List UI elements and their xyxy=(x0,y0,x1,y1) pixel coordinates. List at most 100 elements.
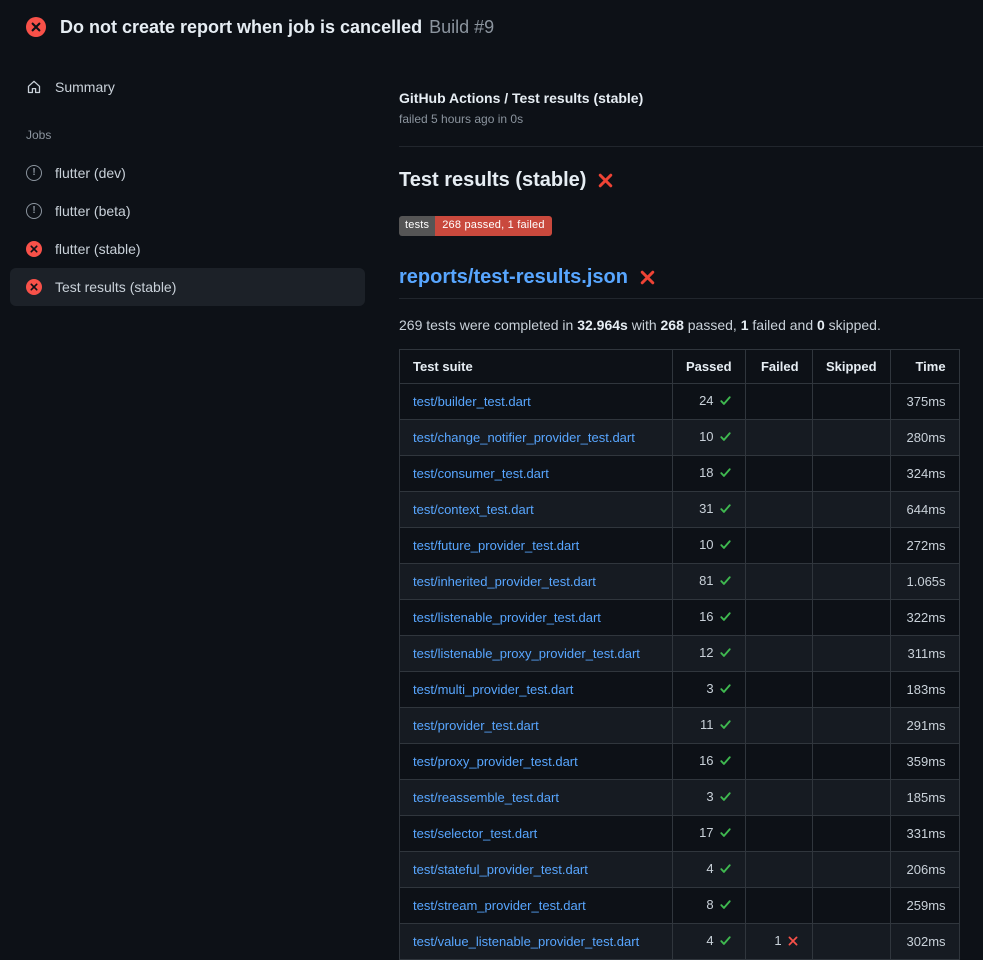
table-row: test/reassemble_test.dart3185ms xyxy=(400,780,960,816)
failed-cell: 1 xyxy=(745,924,812,960)
check-title-text: Test results (stable) xyxy=(399,169,586,192)
page-body: Summary Jobs !flutter (dev)!flutter (bet… xyxy=(0,52,983,960)
passed-cell: 17 xyxy=(673,816,746,852)
passed-cell: 11 xyxy=(673,708,746,744)
suite-link[interactable]: test/multi_provider_test.dart xyxy=(413,682,573,697)
skipped-cell xyxy=(812,780,890,816)
count-value: 24 xyxy=(699,393,713,408)
skipped-cell xyxy=(812,564,890,600)
suite-link[interactable]: test/stream_provider_test.dart xyxy=(413,898,586,913)
header-failed: Failed xyxy=(745,350,812,384)
report-link[interactable]: reports/test-results.json xyxy=(399,266,628,289)
time-cell: 331ms xyxy=(890,816,959,852)
suite-link[interactable]: test/value_listenable_provider_test.dart xyxy=(413,934,639,949)
section-divider xyxy=(399,146,983,147)
sidebar-item-summary[interactable]: Summary xyxy=(0,70,375,104)
time-cell: 185ms xyxy=(890,780,959,816)
passed-cell: 8 xyxy=(673,888,746,924)
count-value: 16 xyxy=(699,753,713,768)
passed-cell: 4 xyxy=(673,924,746,960)
sidebar-item-flutter-beta[interactable]: !flutter (beta) xyxy=(10,192,365,230)
check-icon xyxy=(719,934,732,951)
table-row: test/multi_provider_test.dart3183ms xyxy=(400,672,960,708)
table-header-row: Test suite Passed Failed Skipped Time xyxy=(400,350,960,384)
job-label: flutter (dev) xyxy=(55,165,126,181)
suite-link[interactable]: test/stateful_provider_test.dart xyxy=(413,862,588,877)
time-cell: 302ms xyxy=(890,924,959,960)
summary-passed-count: 268 xyxy=(661,317,684,333)
sidebar-item-flutter-stable[interactable]: flutter (stable) xyxy=(10,230,365,268)
count-value: 4 xyxy=(706,933,713,948)
suite-cell: test/selector_test.dart xyxy=(400,816,673,852)
suite-link[interactable]: test/selector_test.dart xyxy=(413,826,537,841)
skipped-cell xyxy=(812,456,890,492)
table-row: test/stateful_provider_test.dart4206ms xyxy=(400,852,960,888)
passed-cell: 31 xyxy=(673,492,746,528)
failed-status-icon xyxy=(26,17,46,37)
suite-link[interactable]: test/context_test.dart xyxy=(413,502,534,517)
passed-cell: 16 xyxy=(673,744,746,780)
count-value: 10 xyxy=(699,537,713,552)
x-icon xyxy=(787,934,799,951)
failed-cell xyxy=(745,528,812,564)
summary-text: 269 tests were completed in xyxy=(399,317,577,333)
home-icon xyxy=(26,79,42,95)
page-title: Do not create report when job is cancell… xyxy=(60,16,494,38)
suite-link[interactable]: test/builder_test.dart xyxy=(413,394,531,409)
count-value: 18 xyxy=(699,465,713,480)
suite-link[interactable]: test/inherited_provider_test.dart xyxy=(413,574,596,589)
passed-cell: 10 xyxy=(673,528,746,564)
sidebar-item-flutter-dev[interactable]: !flutter (dev) xyxy=(10,154,365,192)
header-test-suite: Test suite xyxy=(400,350,673,384)
failed-cell xyxy=(745,816,812,852)
x-circle-icon xyxy=(26,241,42,257)
failed-cell xyxy=(745,600,812,636)
count-value: 12 xyxy=(699,645,713,660)
summary-skipped-count: 0 xyxy=(817,317,825,333)
suite-link[interactable]: test/reassemble_test.dart xyxy=(413,790,559,805)
suite-link[interactable]: test/provider_test.dart xyxy=(413,718,539,733)
suite-cell: test/context_test.dart xyxy=(400,492,673,528)
main-content: GitHub Actions / Test results (stable) f… xyxy=(375,52,983,960)
time-cell: 280ms xyxy=(890,420,959,456)
table-row: test/proxy_provider_test.dart16359ms xyxy=(400,744,960,780)
count-value: 4 xyxy=(706,861,713,876)
skipped-cell xyxy=(812,528,890,564)
failed-cell xyxy=(745,492,812,528)
header-time: Time xyxy=(890,350,959,384)
sidebar: Summary Jobs !flutter (dev)!flutter (bet… xyxy=(0,52,375,306)
count-value: 17 xyxy=(699,825,713,840)
results-table-body: test/builder_test.dart24375mstest/change… xyxy=(400,384,960,960)
passed-cell: 12 xyxy=(673,636,746,672)
check-icon xyxy=(719,394,732,411)
skipped-cell xyxy=(812,600,890,636)
suite-cell: test/listenable_proxy_provider_test.dart xyxy=(400,636,673,672)
passed-cell: 81 xyxy=(673,564,746,600)
skipped-cell xyxy=(812,852,890,888)
suite-link[interactable]: test/listenable_provider_test.dart xyxy=(413,610,601,625)
suite-cell: test/provider_test.dart xyxy=(400,708,673,744)
time-cell: 259ms xyxy=(890,888,959,924)
passed-cell: 16 xyxy=(673,600,746,636)
table-row: test/context_test.dart31644ms xyxy=(400,492,960,528)
check-icon xyxy=(719,790,732,807)
check-icon xyxy=(719,754,732,771)
count-value: 11 xyxy=(700,717,714,732)
suite-link[interactable]: test/future_provider_test.dart xyxy=(413,538,579,553)
skipped-cell xyxy=(812,744,890,780)
suite-cell: test/stateful_provider_test.dart xyxy=(400,852,673,888)
skipped-cell xyxy=(812,672,890,708)
suite-link[interactable]: test/listenable_proxy_provider_test.dart xyxy=(413,646,640,661)
suite-link[interactable]: test/proxy_provider_test.dart xyxy=(413,754,578,769)
failed-cell xyxy=(745,420,812,456)
suite-cell: test/reassemble_test.dart xyxy=(400,780,673,816)
sidebar-item-test-results-stable[interactable]: Test results (stable) xyxy=(10,268,365,306)
count-value: 10 xyxy=(699,429,713,444)
check-icon xyxy=(719,610,732,627)
suite-link[interactable]: test/change_notifier_provider_test.dart xyxy=(413,430,635,445)
check-icon xyxy=(719,898,732,915)
x-circle-icon xyxy=(26,279,42,295)
failed-cell xyxy=(745,564,812,600)
check-icon xyxy=(719,538,732,555)
suite-link[interactable]: test/consumer_test.dart xyxy=(413,466,549,481)
